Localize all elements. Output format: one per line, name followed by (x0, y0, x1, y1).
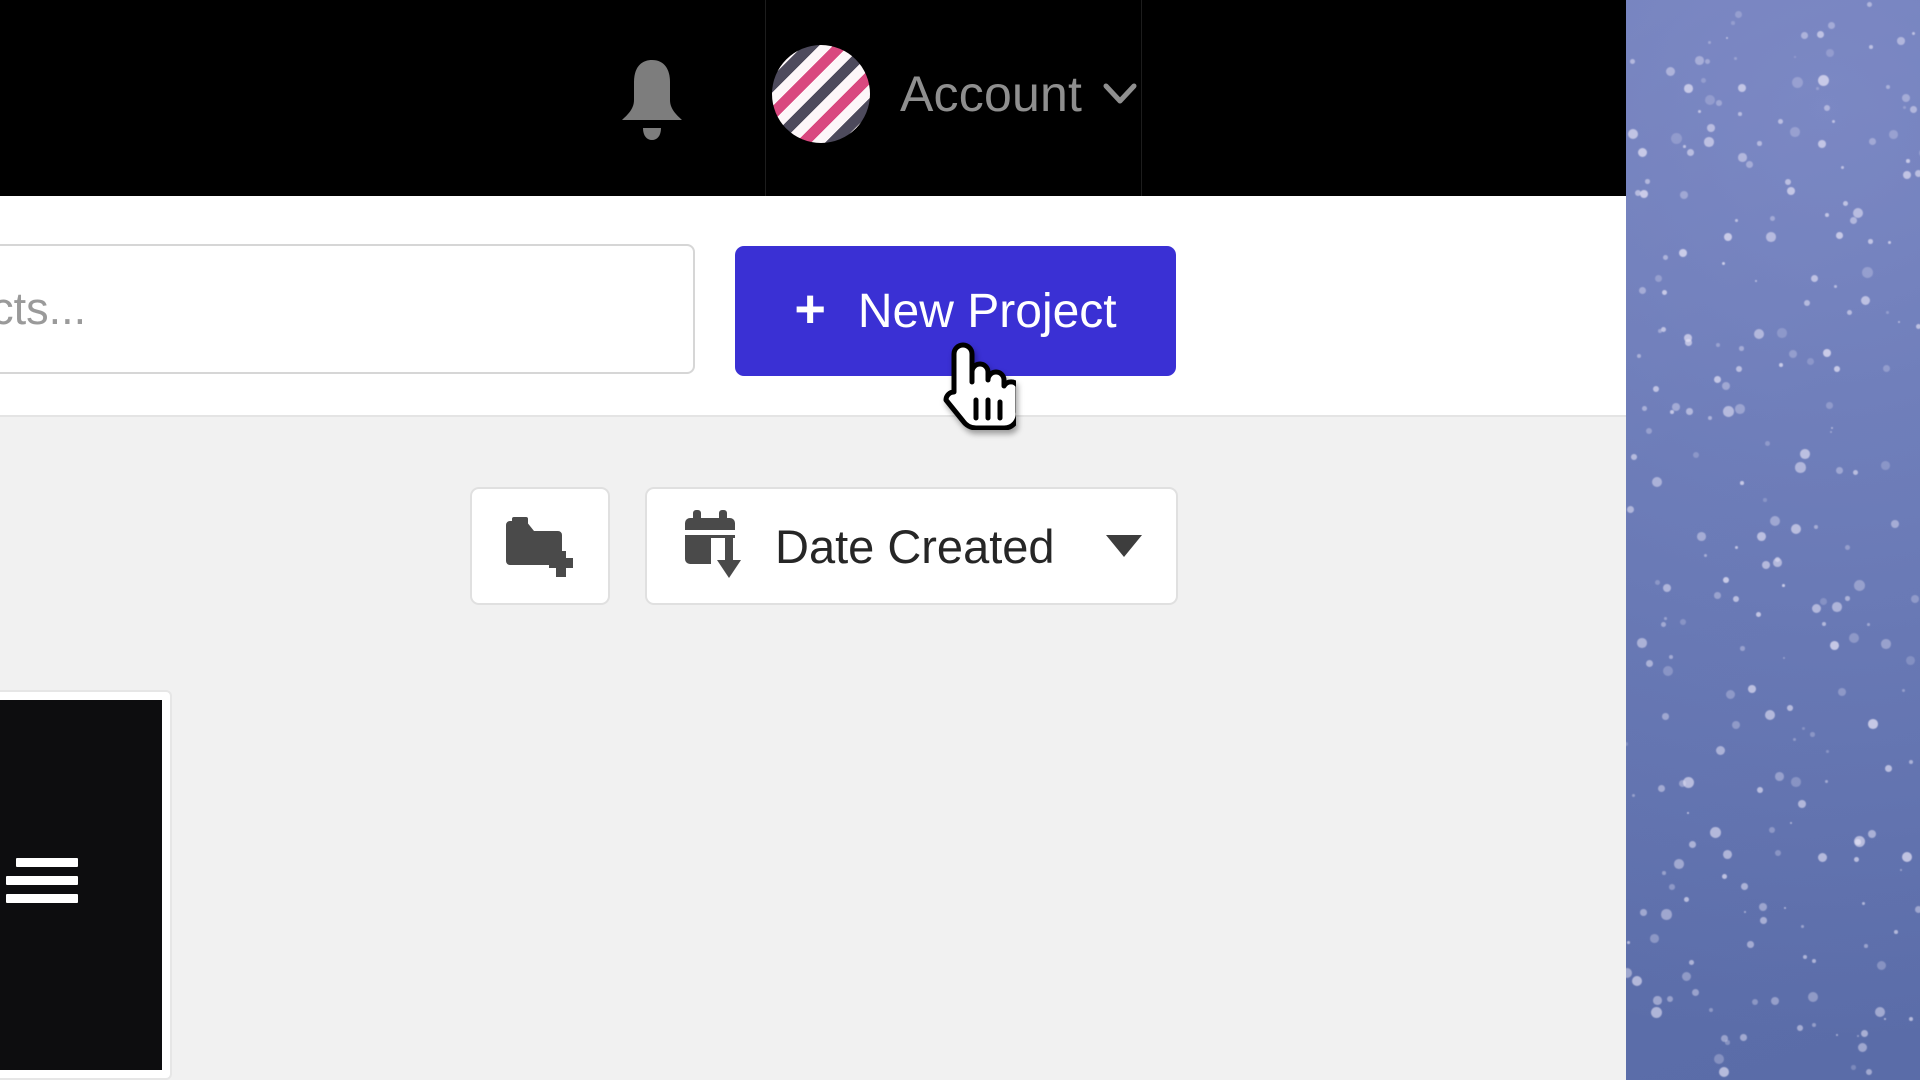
search-input[interactable] (0, 244, 695, 374)
avatar[interactable] (772, 45, 870, 143)
project-card[interactable] (0, 690, 172, 1080)
top-navigation-bar: Account (0, 0, 1626, 196)
browser-window: Account + New Project (0, 0, 1626, 1080)
project-thumbnail (0, 700, 162, 1070)
chevron-down-icon[interactable] (1100, 74, 1140, 114)
account-menu-label[interactable]: Account (900, 47, 1082, 142)
new-project-button[interactable]: + New Project (735, 246, 1176, 376)
topbar-divider-left (765, 0, 766, 196)
topbar-divider-right (1141, 0, 1142, 196)
plus-icon: + (794, 279, 826, 339)
sort-label: Date Created (775, 519, 1055, 573)
bell-icon[interactable] (612, 56, 692, 140)
new-folder-button[interactable] (470, 487, 610, 605)
sort-dropdown[interactable]: Date Created (645, 487, 1178, 605)
new-project-label: New Project (857, 284, 1117, 338)
hamburger-menu-icon (6, 858, 78, 908)
dashboard-content-area: Date Created TEAM ACTIVITY + Jigglypuff … (0, 417, 1626, 1080)
calendar-arrow-down-icon (681, 508, 749, 585)
caret-down-icon (1106, 535, 1142, 557)
